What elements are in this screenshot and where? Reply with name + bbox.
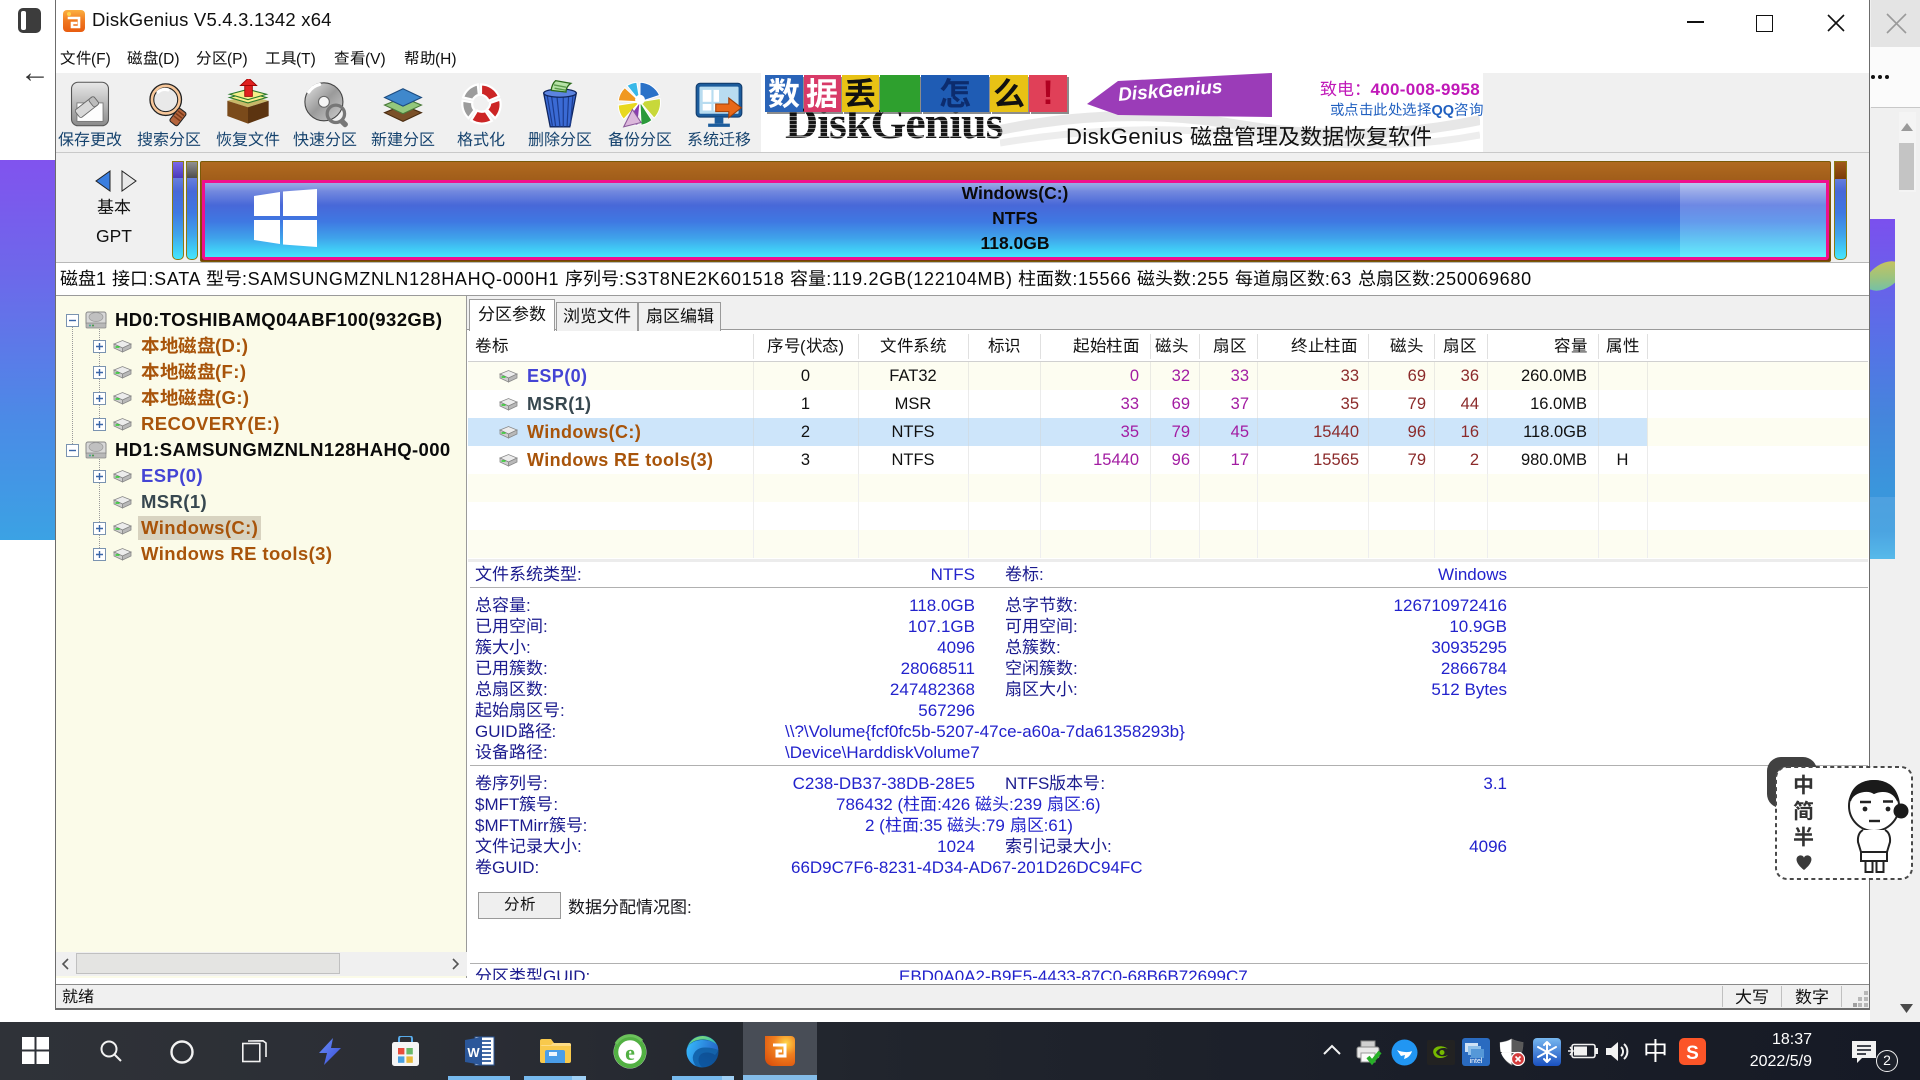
- svg-text:W: W: [467, 1045, 480, 1060]
- svg-text:S: S: [1686, 1043, 1699, 1064]
- svg-text:intel: intel: [1470, 1058, 1483, 1065]
- svg-text:e: e: [625, 1040, 635, 1065]
